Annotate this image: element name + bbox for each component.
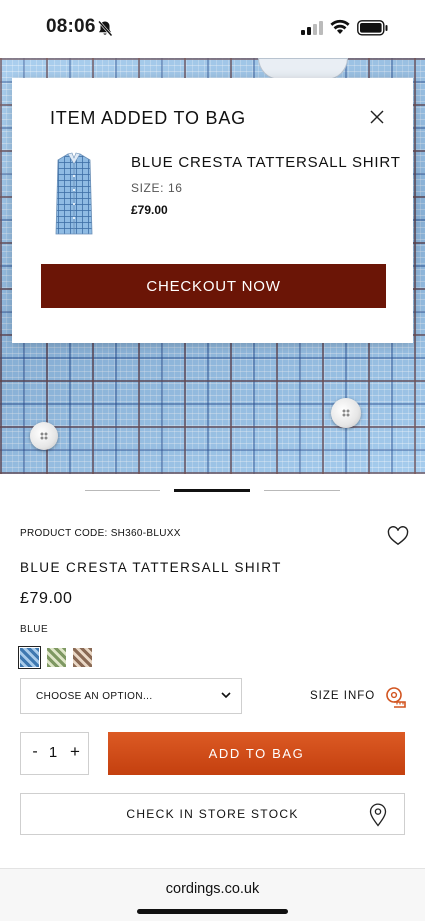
size-info-link[interactable]: SIZE INFO: [310, 690, 375, 702]
carousel-dot-active[interactable]: [174, 489, 250, 492]
shirt-button-detail: [331, 398, 361, 428]
shirt-button-detail: [30, 422, 58, 450]
size-select-value: CHOOSE AN OPTION...: [36, 690, 153, 702]
bell-slash-icon: [98, 20, 113, 37]
colour-label: BLUE: [20, 624, 49, 635]
carousel-dot[interactable]: [85, 490, 160, 491]
size-select[interactable]: CHOOSE AN OPTION...: [20, 678, 242, 714]
product-title: BLUE CRESTA TATTERSALL SHIRT: [20, 560, 282, 575]
close-icon[interactable]: [368, 108, 386, 126]
browser-address-bar: cordings.co.uk: [0, 868, 425, 921]
product-code: PRODUCT CODE: SH360-BLUXX: [20, 528, 181, 539]
check-store-stock-label: CHECK IN STORE STOCK: [126, 807, 299, 821]
tape-measure-icon[interactable]: [385, 686, 407, 708]
quantity-stepper: - 1 +: [20, 732, 89, 775]
quantity-decrease-button[interactable]: -: [28, 743, 42, 761]
browser-url[interactable]: cordings.co.uk: [0, 881, 425, 897]
product-price: £79.00: [20, 590, 73, 607]
checkout-now-button[interactable]: CHECKOUT NOW: [41, 264, 386, 308]
heart-icon[interactable]: [387, 526, 409, 546]
battery-icon: [357, 20, 388, 36]
status-time: 08:06: [46, 16, 96, 37]
wifi-icon: [330, 19, 350, 34]
swatch-green[interactable]: [47, 648, 66, 667]
modal-title: ITEM ADDED TO BAG: [50, 108, 246, 128]
modal-product-size: SIZE: 16: [131, 181, 183, 195]
swatch-blue[interactable]: [18, 646, 41, 669]
signal-icon: [301, 21, 323, 35]
carousel-dot[interactable]: [264, 490, 340, 491]
add-to-bag-button[interactable]: ADD TO BAG: [108, 732, 405, 775]
check-store-stock-button[interactable]: CHECK IN STORE STOCK: [20, 793, 405, 835]
location-pin-icon: [369, 803, 387, 827]
product-thumbnail: [55, 152, 93, 235]
status-bar: 08:06: [0, 0, 425, 58]
chevron-down-icon: [221, 692, 231, 699]
hero-collar-label: [258, 58, 348, 80]
image-carousel-indicator: [85, 488, 340, 494]
home-indicator[interactable]: [137, 909, 288, 914]
quantity-increase-button[interactable]: +: [68, 742, 82, 762]
modal-product-price: £79.00: [131, 203, 168, 217]
added-to-bag-modal: ITEM ADDED TO BAG BLUE CRESTA TATTERSALL…: [12, 78, 413, 343]
modal-product-name: BLUE CRESTA TATTERSALL SHIRT: [131, 154, 401, 171]
quantity-value[interactable]: 1: [46, 744, 60, 761]
swatch-brown[interactable]: [73, 648, 92, 667]
